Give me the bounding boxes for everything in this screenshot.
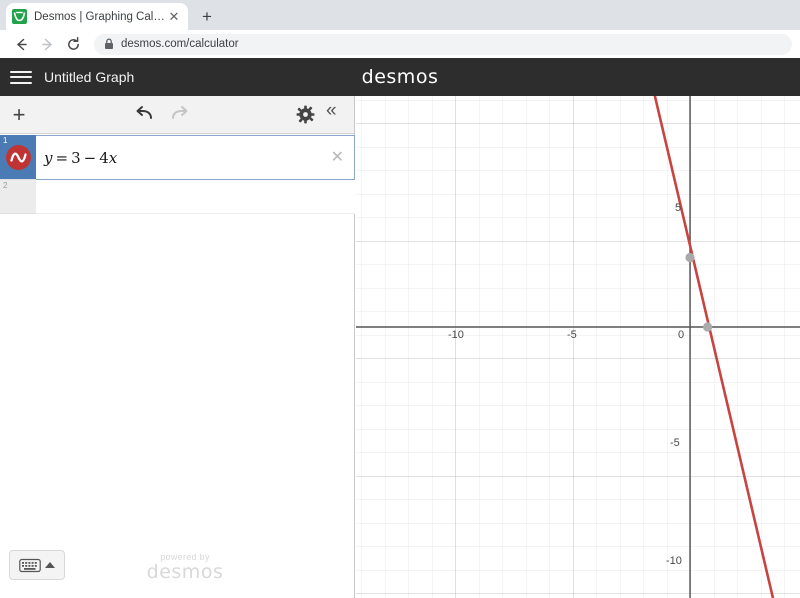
close-icon[interactable]: ✕ bbox=[166, 9, 182, 25]
browser-toolbar: desmos.com/calculator bbox=[0, 30, 800, 58]
graph-title[interactable]: Untitled Graph bbox=[44, 69, 134, 85]
redo-icon bbox=[172, 106, 188, 119]
y-tick-label: -5 bbox=[670, 437, 680, 449]
delete-expression-button[interactable]: ✕ bbox=[331, 149, 344, 166]
expression-toolbar: + « bbox=[0, 96, 354, 134]
tab-title: Desmos | Graphing Calculator bbox=[34, 10, 166, 23]
app-header: Untitled Graph desmos bbox=[0, 58, 800, 96]
browser-tab[interactable]: Desmos | Graphing Calculator ✕ bbox=[6, 3, 188, 30]
graph-major-grid bbox=[356, 96, 800, 598]
back-button[interactable] bbox=[8, 31, 34, 57]
expression-index[interactable]: 1 bbox=[0, 135, 36, 180]
back-arrow-icon bbox=[16, 38, 27, 50]
browser-chrome: Desmos | Graphing Calculator ✕ + bbox=[0, 0, 800, 58]
x-tick-label: -10 bbox=[448, 329, 464, 341]
expression-list: 1 y = 3−4x ✕ 2 bbox=[0, 135, 355, 598]
forward-button[interactable] bbox=[34, 31, 60, 57]
keyboard-toggle-button[interactable] bbox=[9, 550, 65, 580]
expression-math: y = 3−4x bbox=[44, 149, 117, 167]
expression-number: 2 bbox=[3, 181, 8, 190]
menu-icon[interactable] bbox=[10, 67, 32, 87]
lock-icon bbox=[104, 38, 114, 50]
graph-svg[interactable] bbox=[356, 96, 800, 598]
expression-minus: − bbox=[83, 148, 97, 167]
chevron-up-icon bbox=[45, 562, 55, 568]
reload-icon bbox=[67, 36, 79, 50]
expression-row[interactable]: 2 bbox=[0, 180, 355, 214]
desmos-brand-text: desmos bbox=[146, 561, 224, 583]
redo-button[interactable] bbox=[168, 104, 190, 131]
expression-panel: + « 1 y = 3 − 4x ✕ 2 powered by desmos bbox=[0, 96, 355, 598]
graph-canvas[interactable]: -10 -5 0 5 -5 -10 bbox=[356, 96, 800, 598]
undo-icon bbox=[136, 106, 152, 119]
expression-row[interactable]: 1 y = 3−4x ✕ bbox=[0, 135, 355, 180]
desmos-logo-text: desmos bbox=[361, 66, 439, 88]
expression-variable: x bbox=[108, 148, 118, 167]
x-tick-label: 0 bbox=[678, 329, 685, 341]
panel-footer: powered by desmos bbox=[0, 538, 355, 598]
expression-input[interactable]: y = 3−4x ✕ bbox=[36, 135, 355, 180]
url-text: desmos.com/calculator bbox=[121, 38, 239, 50]
undo-button[interactable] bbox=[134, 104, 156, 131]
main-area: + « 1 y = 3 − 4x ✕ 2 powered by desmos -… bbox=[0, 96, 800, 598]
forward-arrow-icon bbox=[41, 38, 52, 50]
collapse-panel-button[interactable]: « bbox=[326, 101, 337, 120]
x-tick-label: -5 bbox=[567, 329, 577, 341]
expression-equals: = bbox=[55, 148, 69, 167]
keyboard-icon bbox=[19, 558, 41, 572]
expression-coefficient: 4 bbox=[99, 148, 109, 167]
desmos-favicon-icon bbox=[12, 9, 27, 24]
address-bar[interactable]: desmos.com/calculator bbox=[94, 33, 792, 55]
curve-color-icon[interactable] bbox=[5, 144, 31, 170]
y-intercept-point bbox=[685, 252, 695, 263]
y-tick-label: -10 bbox=[666, 555, 682, 567]
settings-button[interactable] bbox=[296, 105, 315, 129]
expression-constant: 3 bbox=[71, 148, 81, 167]
expression-index[interactable]: 2 bbox=[0, 180, 36, 214]
new-tab-button[interactable]: + bbox=[196, 5, 218, 27]
expression-input[interactable] bbox=[36, 180, 355, 214]
tab-strip: Desmos | Graphing Calculator ✕ + bbox=[0, 0, 800, 30]
expression-number: 1 bbox=[3, 136, 8, 145]
reload-button[interactable] bbox=[60, 31, 86, 57]
x-intercept-point bbox=[703, 322, 713, 332]
gear-icon bbox=[296, 105, 315, 124]
powered-by-watermark: powered by desmos bbox=[140, 552, 230, 583]
add-expression-button[interactable]: + bbox=[0, 96, 38, 134]
y-tick-label: 5 bbox=[675, 202, 682, 214]
